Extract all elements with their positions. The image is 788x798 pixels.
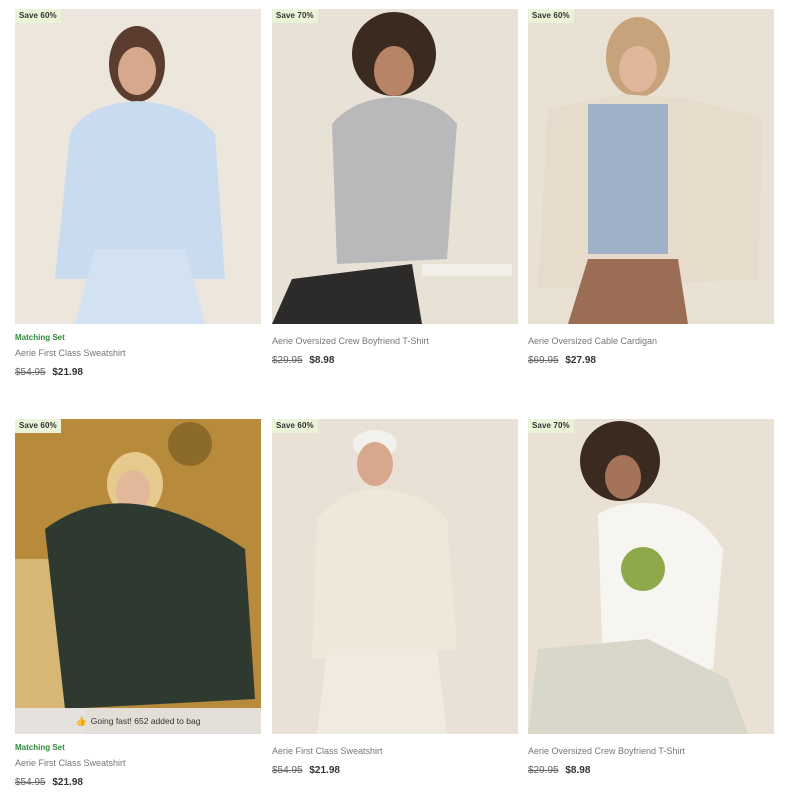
thumbs-up-icon: 👍	[75, 715, 87, 726]
product-photo	[15, 419, 261, 734]
discount-badge: Save 60%	[528, 9, 574, 23]
product-card[interactable]: Save 70% Aerie Oversized Crew Boyfriend …	[272, 9, 518, 368]
price-row: $54.95 $21.98	[15, 776, 261, 790]
sale-price: $8.98	[565, 765, 591, 776]
price-row: $29.95 $8.98	[272, 354, 518, 368]
product-name[interactable]: Aerie First Class Sweatshirt	[15, 346, 261, 360]
product-image[interactable]: Save 70%	[272, 9, 518, 324]
sale-price: $27.98	[565, 355, 596, 366]
original-price: $29.95	[272, 355, 303, 366]
product-name[interactable]: Aerie Oversized Crew Boyfriend T-Shirt	[528, 744, 774, 758]
product-image[interactable]: Save 60%	[528, 9, 774, 324]
discount-badge: Save 70%	[272, 9, 318, 23]
product-image[interactable]: Save 60%	[15, 9, 261, 324]
going-fast-text: Going fast! 652 added to bag	[90, 716, 201, 726]
product-photo	[272, 419, 518, 734]
product-name[interactable]: Aerie Oversized Cable Cardigan	[528, 334, 774, 348]
product-grid: Save 60% Matching Set Aerie First Class …	[0, 0, 788, 798]
product-photo	[272, 9, 518, 324]
product-name[interactable]: Aerie First Class Sweatshirt	[272, 744, 518, 758]
product-card[interactable]: Save 60% Aerie Oversized Cable Cardigan …	[528, 9, 774, 368]
matching-set-tag: Matching Set	[15, 333, 65, 342]
sale-price: $21.98	[52, 777, 83, 788]
product-name[interactable]: Aerie Oversized Crew Boyfriend T-Shirt	[272, 334, 518, 348]
sale-price: $8.98	[309, 355, 335, 366]
discount-badge: Save 60%	[15, 9, 61, 23]
going-fast-banner: 👍 Going fast! 652 added to bag	[15, 708, 261, 734]
product-card[interactable]: Save 60% Aerie First Class Sweatshirt $5…	[272, 419, 518, 778]
product-image[interactable]: Save 60%	[272, 419, 518, 734]
product-name[interactable]: Aerie First Class Sweatshirt	[15, 756, 261, 770]
product-image[interactable]: Save 60% 👍 Going fast! 652 added to bag	[15, 419, 261, 734]
product-photo	[15, 9, 261, 324]
price-row: $29.95 $8.98	[528, 764, 774, 778]
price-row: $54.95 $21.98	[272, 764, 518, 778]
discount-badge: Save 60%	[272, 419, 318, 433]
product-card[interactable]: Save 70% Aerie Oversized Crew Boyfriend …	[528, 419, 774, 778]
sale-price: $21.98	[309, 765, 340, 776]
price-row: $69.95 $27.98	[528, 354, 774, 368]
original-price: $54.95	[15, 777, 46, 788]
product-card[interactable]: Save 60% 👍 Going fast! 652 added to bag …	[15, 419, 261, 790]
sale-price: $21.98	[52, 367, 83, 378]
product-photo	[528, 9, 774, 324]
discount-badge: Save 60%	[15, 419, 61, 433]
matching-set-tag: Matching Set	[15, 743, 65, 752]
original-price: $54.95	[15, 367, 46, 378]
discount-badge: Save 70%	[528, 419, 574, 433]
product-card[interactable]: Save 60% Matching Set Aerie First Class …	[15, 9, 261, 380]
product-image[interactable]: Save 70%	[528, 419, 774, 734]
original-price: $54.95	[272, 765, 303, 776]
price-row: $54.95 $21.98	[15, 366, 261, 380]
original-price: $29.95	[528, 765, 559, 776]
product-photo	[528, 419, 774, 734]
original-price: $69.95	[528, 355, 559, 366]
